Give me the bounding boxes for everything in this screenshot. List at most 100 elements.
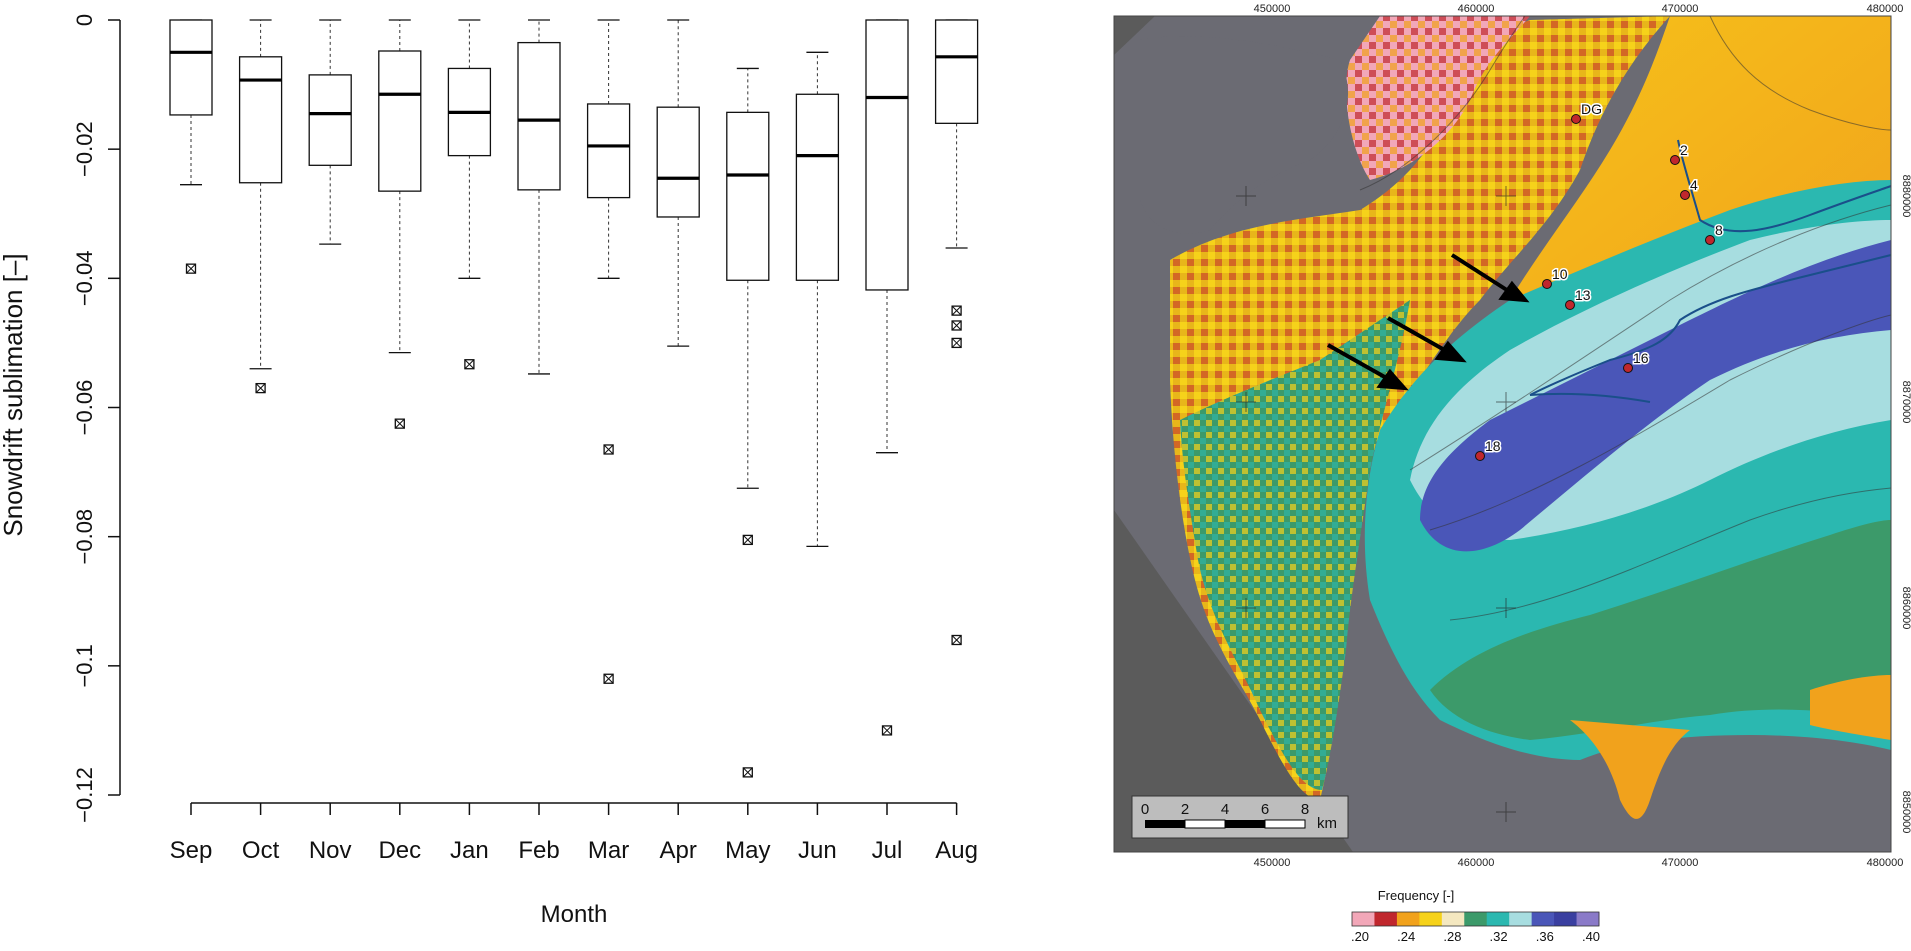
box-aug [934,19,979,646]
x-axis-label: Month [541,901,608,928]
x-coordinate-label: 450000 [1254,857,1291,869]
y-axis: 0 −0.02 −0.04 −0.06 −0.08 −0.1 −0.12 [72,14,121,823]
legend-swatch [1352,912,1375,926]
x-tick-label: Feb [518,837,559,864]
box-iqr [238,56,283,184]
legend-tick-label: .24 [1397,929,1415,944]
y-axis-label: Snowdrift sublimation [–] [0,253,28,536]
box-mar [586,19,631,684]
y-tick-label: −0.04 [72,250,97,306]
box-feb [517,19,561,375]
boxplot-chart: 0 −0.02 −0.04 −0.06 −0.08 −0.1 −0.12 Sep Oct Nov… [0,14,979,928]
outlier-point [464,359,475,370]
site-label: DG [1581,101,1602,117]
legend-swatch [1486,912,1510,926]
outlier-point [951,634,962,646]
box-iqr [865,19,909,291]
scale-tick-label: 4 [1221,801,1229,818]
site-label: 4 [1690,177,1698,193]
box-iqr [795,93,840,281]
frequency-map: DG 2 4 8 10 13 16 18 450000 450000 460000 460000 47… [1096,3,1911,944]
box-iqr [308,74,352,166]
legend-tick-label: .36 [1536,929,1554,944]
site-label: 13 [1575,287,1591,303]
outlier-point [951,337,962,349]
outlier-point [951,320,962,331]
legend-title: Frequency [-] [1378,888,1455,903]
box-jan [447,19,492,370]
scale-tick-label: 0 [1141,801,1149,818]
x-coordinate-label: 470000 [1662,3,1699,15]
legend-tick-label: .28 [1443,929,1461,944]
outlier-point [951,305,962,316]
x-tick-label: Mar [588,837,629,864]
y-tick-label: −0.02 [72,121,97,177]
legend-swatch [1396,912,1420,926]
legend-swatch [1419,912,1443,926]
box-iqr [934,19,979,124]
x-tick-label: Jan [450,837,489,864]
scale-bar: 0 2 4 6 8 km [1131,795,1349,839]
map-frame [1113,15,1892,853]
x-coordinate-label: 460000 [1458,3,1495,15]
y-coordinate-label: 8870000 [1900,381,1911,424]
x-tick-label: May [725,837,770,864]
box-iqr [726,111,770,281]
x-tick-label: Apr [660,837,697,864]
frequency-map-panel: DG 2 4 8 10 13 16 18 450000 450000 460000 460000 47… [1096,0,1911,946]
site-label: 10 [1552,266,1568,282]
outlier-point [603,444,614,455]
box-iqr [517,41,561,191]
x-tick-label: Oct [242,837,280,864]
x-tick-label: Sep [170,837,213,864]
site-label: 2 [1680,142,1688,158]
y-tick-label: −0.08 [72,509,97,565]
legend-swatch [1441,912,1465,926]
scale-tick-label: 8 [1301,801,1309,818]
y-tick-label: −0.06 [72,380,97,436]
site-label: 8 [1715,222,1723,238]
box-iqr [586,103,631,199]
x-tick-label: Aug [935,837,978,864]
scale-tick-label: 2 [1181,801,1189,818]
y-tick-label: −0.1 [72,644,97,687]
outlier-point [255,382,266,394]
box-dec [378,19,422,429]
box-may [726,67,770,778]
y-tick-label: 0 [72,14,97,26]
y-coordinate-label: 8850000 [1900,791,1911,834]
scale-tick-label: 6 [1261,801,1269,818]
x-tick-label: Jul [872,837,903,864]
frequency-legend: Frequency [-] .20 .24 .28 .32 .36 .40 [1351,888,1600,944]
legend-swatch [1531,912,1555,926]
box-iqr [656,106,700,218]
site-label: 16 [1633,350,1649,366]
outlier-point [185,263,197,274]
x-tick-label: Nov [309,837,352,864]
x-coordinate-label: 460000 [1458,857,1495,869]
legend-tick-label: .20 [1351,929,1369,944]
outlier-point [742,767,753,778]
legend-swatch [1464,912,1488,926]
legend-tick-label: .40 [1582,929,1600,944]
legend-swatch [1374,912,1398,926]
box-nov [308,19,352,245]
box-jun [795,51,840,548]
x-coordinate-label: 480000 [1867,857,1904,869]
legend-swatch [1509,912,1533,926]
x-axis: Sep Oct Nov Dec Jan Feb Mar Apr May Jun Jul Aug [170,802,978,864]
y-tick-label: −0.12 [72,767,97,823]
scale-unit: km [1317,815,1337,832]
x-tick-label: Dec [378,837,421,864]
x-coordinate-label: 450000 [1254,3,1291,15]
outlier-point [742,534,753,546]
box-iqr [169,19,213,116]
x-coordinate-label: 470000 [1662,857,1699,869]
box-oct [238,19,283,394]
site-label: 18 [1485,438,1501,454]
y-coordinate-label: 8880000 [1900,175,1911,218]
box-jul [865,19,909,736]
x-tick-label: Jun [798,837,837,864]
legend-swatch [1554,912,1578,926]
x-coordinate-label: 480000 [1867,3,1904,15]
